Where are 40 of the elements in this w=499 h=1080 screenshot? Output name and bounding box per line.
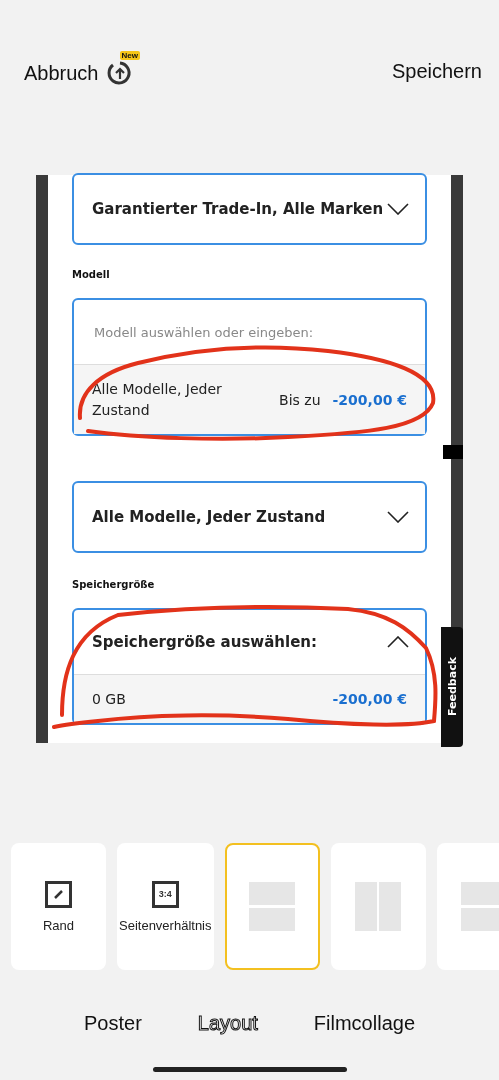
chevron-icon [387, 202, 409, 215]
layout-rows-icon [461, 882, 499, 931]
field-label: Speichergröße [72, 579, 156, 590]
layout-rows-icon [249, 882, 295, 931]
layout-card[interactable] [224, 843, 320, 970]
field-label: Modell [72, 269, 111, 280]
tool-label: Rand [42, 917, 75, 933]
tool-card[interactable]: Rand [11, 843, 106, 970]
option-name: Alle Modelle, Jeder Zustand [92, 379, 223, 420]
dropdown-value: Garantierter Trade-In, Alle Marken [92, 200, 384, 218]
upload-icon[interactable] [106, 60, 133, 86]
save-button[interactable]: Speichern [391, 60, 482, 83]
option-price: -200,00 € [332, 391, 407, 408]
model-combobox[interactable]: Modell auswählen oder eingeben: Alle Modelle, Jeder Zustand Bis zu -200,00 € [72, 298, 427, 436]
aspect-ratio-icon: 3:4 [151, 880, 179, 908]
dropdown-option[interactable]: Alle Modelle, Jeder Zustand Bis zu -200,00 € [74, 364, 425, 434]
dropdown-value: Speichergröße auswählen: [92, 633, 317, 651]
dropdown[interactable]: Speichergröße auswählen: 0 GB -200,00 € [72, 608, 427, 725]
layout-card[interactable] [330, 843, 426, 970]
mode-tab[interactable]: Filmcollage [285, 1008, 443, 1039]
dropdown[interactable]: Alle Modelle, Jeder Zustand [72, 481, 427, 553]
layout-columns-icon [355, 882, 401, 931]
new-badge: New [119, 51, 140, 60]
home-indicator[interactable] [152, 1067, 347, 1072]
model-input[interactable]: Modell auswählen oder eingeben: [92, 323, 409, 341]
feedback-tab[interactable]: Feedback [441, 627, 463, 747]
dropdown[interactable]: Garantierter Trade-In, Alle Marken [72, 173, 427, 245]
scroll-thumb [443, 445, 463, 459]
option-name: 0 GB [92, 689, 127, 709]
chevron-icon [387, 635, 409, 648]
cancel-button[interactable]: Abbruch [24, 61, 99, 85]
dropdown-value: Alle Modelle, Jeder Zustand [92, 508, 326, 526]
mode-tab[interactable]: Poster [56, 1008, 170, 1039]
price-prefix: Bis zu [279, 391, 321, 408]
border-icon [45, 880, 72, 908]
tool-label: Seitenverhältnis [119, 917, 212, 933]
tool-card[interactable]: 3:4 Seitenverhältnis [117, 843, 214, 970]
chevron-icon [387, 510, 409, 523]
option-price: -200,00 € [332, 691, 407, 707]
dropdown-option[interactable]: 0 GB -200,00 € [74, 674, 425, 723]
